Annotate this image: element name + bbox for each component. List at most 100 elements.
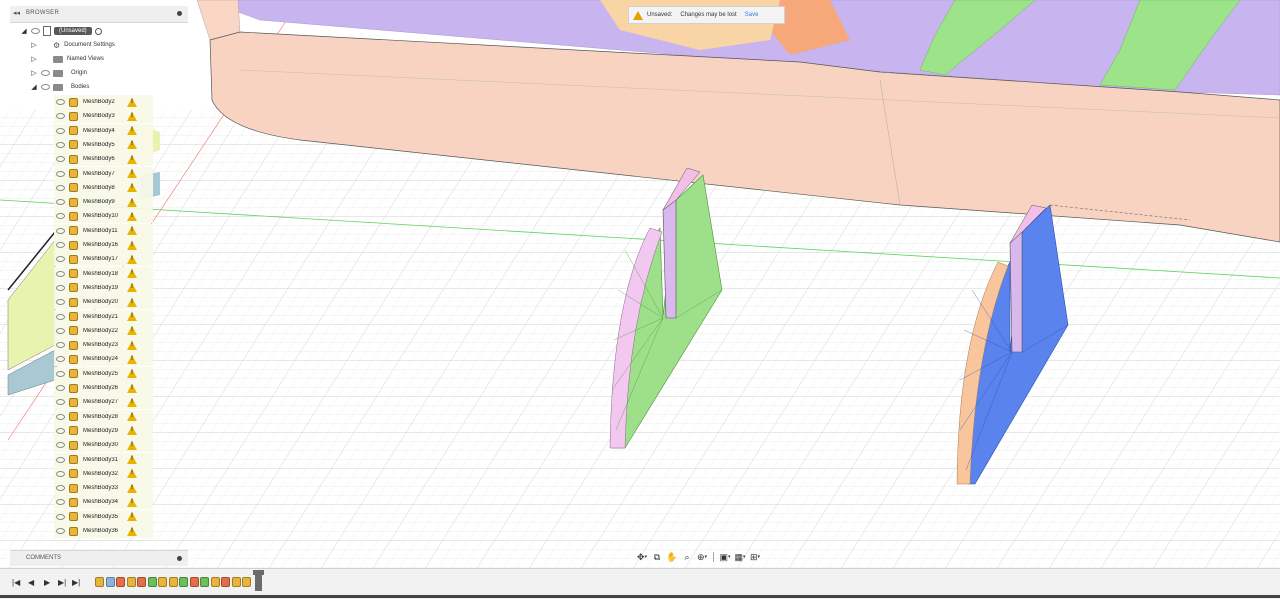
tree-item-mesh-body[interactable]: MeshBody9 bbox=[54, 195, 153, 210]
tree-item-mesh-body[interactable]: MeshBody18 bbox=[54, 266, 153, 281]
warning-triangle-icon[interactable] bbox=[127, 497, 137, 507]
tree-item-mesh-body[interactable]: MeshBody8 bbox=[54, 180, 153, 195]
warning-triangle-icon[interactable] bbox=[127, 340, 137, 350]
tree-root[interactable]: ◢ (Unsaved) bbox=[20, 24, 102, 38]
orbit-icon[interactable]: ✥ ▾ bbox=[636, 551, 648, 563]
step-back-icon[interactable]: ◀ bbox=[28, 578, 34, 587]
tree-item-mesh-body[interactable]: MeshBody25 bbox=[54, 366, 153, 381]
eye-icon[interactable] bbox=[56, 399, 65, 406]
warning-triangle-icon[interactable] bbox=[127, 197, 137, 207]
tree-item-mesh-body[interactable]: MeshBody27 bbox=[54, 395, 153, 410]
eye-icon[interactable] bbox=[56, 470, 65, 477]
tree-item-mesh-body[interactable]: MeshBody7 bbox=[54, 166, 153, 181]
eye-icon[interactable] bbox=[56, 99, 65, 105]
warning-triangle-icon[interactable] bbox=[127, 297, 137, 307]
warning-triangle-icon[interactable] bbox=[127, 211, 137, 221]
warning-triangle-icon[interactable] bbox=[127, 240, 137, 250]
expand-triangle-icon[interactable]: ▷ bbox=[30, 41, 38, 49]
tree-item-bodies[interactable]: ◢ Bodies bbox=[30, 80, 89, 94]
eye-icon[interactable] bbox=[56, 227, 65, 234]
timeline-feature-icon[interactable] bbox=[168, 577, 178, 587]
eye-icon[interactable] bbox=[56, 528, 65, 534]
tree-item-mesh-body[interactable]: MeshBody21 bbox=[54, 309, 153, 324]
activate-radio-icon[interactable] bbox=[94, 27, 102, 35]
tree-item-mesh-body[interactable]: MeshBody31 bbox=[54, 452, 153, 467]
tree-item-document-settings[interactable]: ▷ ⚙ Document Settings bbox=[30, 38, 115, 52]
go-to-start-icon[interactable]: |◀ bbox=[12, 578, 20, 587]
warning-triangle-icon[interactable] bbox=[127, 354, 137, 364]
timeline-marker[interactable] bbox=[253, 570, 264, 591]
eye-icon[interactable] bbox=[56, 284, 65, 291]
warning-triangle-icon[interactable] bbox=[127, 269, 137, 279]
eye-icon[interactable] bbox=[41, 84, 50, 90]
pin-icon[interactable] bbox=[177, 556, 182, 561]
eye-icon[interactable] bbox=[56, 213, 65, 220]
expand-triangle-icon[interactable]: ▷ bbox=[30, 69, 38, 77]
tree-item-mesh-body[interactable]: MeshBody4 bbox=[54, 123, 153, 138]
timeline-feature-icon[interactable] bbox=[137, 577, 146, 587]
warning-triangle-icon[interactable] bbox=[127, 169, 137, 178]
save-link[interactable]: Save bbox=[745, 12, 759, 18]
eye-icon[interactable] bbox=[41, 70, 50, 76]
eye-icon[interactable] bbox=[56, 256, 65, 263]
eye-icon[interactable] bbox=[56, 242, 65, 248]
timeline-feature-icon[interactable] bbox=[221, 577, 230, 587]
warning-triangle-icon[interactable] bbox=[127, 326, 137, 336]
eye-icon[interactable] bbox=[56, 184, 65, 191]
timeline-feature-icon[interactable] bbox=[210, 577, 220, 587]
timeline-feature-icon[interactable] bbox=[105, 577, 115, 587]
viewports-icon[interactable]: ⊞ ▾ bbox=[749, 551, 761, 563]
tree-item-mesh-body[interactable]: MeshBody32 bbox=[54, 466, 153, 481]
warning-triangle-icon[interactable] bbox=[127, 111, 137, 121]
tree-item-mesh-body[interactable]: MeshBody5 bbox=[54, 137, 153, 152]
go-to-end-icon[interactable]: ▶| bbox=[72, 578, 80, 587]
timeline-feature-icon[interactable] bbox=[158, 577, 167, 587]
tree-item-mesh-body[interactable]: MeshBody24 bbox=[54, 352, 153, 367]
warning-triangle-icon[interactable] bbox=[127, 440, 137, 450]
eye-icon[interactable] bbox=[56, 342, 65, 349]
warning-triangle-icon[interactable] bbox=[127, 126, 137, 136]
tree-item-mesh-body[interactable]: MeshBody16 bbox=[54, 238, 153, 252]
look-at-icon[interactable]: ⧉ bbox=[651, 551, 663, 563]
tree-item-mesh-body[interactable]: MeshBody34 bbox=[54, 495, 153, 510]
pan-hand-icon[interactable]: ✋ bbox=[666, 551, 678, 563]
play-icon[interactable]: ▶ bbox=[44, 578, 50, 587]
eye-icon[interactable] bbox=[31, 28, 40, 34]
timeline-feature-icon[interactable] bbox=[95, 577, 104, 587]
collapse-triangle-icon[interactable]: ◢ bbox=[30, 83, 38, 91]
eye-icon[interactable] bbox=[56, 127, 65, 134]
warning-triangle-icon[interactable] bbox=[127, 140, 137, 150]
comments-panel-header[interactable]: COMMENTS bbox=[10, 550, 188, 566]
warning-triangle-icon[interactable] bbox=[127, 412, 137, 422]
warning-triangle-icon[interactable] bbox=[127, 483, 137, 493]
tree-item-mesh-body[interactable]: MeshBody11 bbox=[54, 223, 153, 238]
tree-item-mesh-body[interactable]: MeshBody26 bbox=[54, 381, 153, 395]
eye-icon[interactable] bbox=[56, 199, 65, 206]
tree-item-mesh-body[interactable]: MeshBody33 bbox=[54, 481, 153, 496]
warning-triangle-icon[interactable] bbox=[127, 154, 137, 164]
warning-triangle-icon[interactable] bbox=[127, 369, 137, 379]
warning-triangle-icon[interactable] bbox=[127, 97, 137, 107]
eye-icon[interactable] bbox=[56, 156, 65, 163]
warning-triangle-icon[interactable] bbox=[127, 469, 137, 479]
timeline-feature-icon[interactable] bbox=[242, 577, 251, 587]
warning-triangle-icon[interactable] bbox=[127, 183, 137, 193]
eye-icon[interactable] bbox=[56, 313, 65, 320]
warning-triangle-icon[interactable] bbox=[127, 397, 137, 407]
tree-item-origin[interactable]: ▷ Origin bbox=[30, 66, 87, 80]
warning-triangle-icon[interactable] bbox=[127, 526, 137, 536]
eye-icon[interactable] bbox=[56, 270, 65, 277]
tree-item-mesh-body[interactable]: MeshBody29 bbox=[54, 423, 153, 438]
tree-item-mesh-body[interactable]: MeshBody22 bbox=[54, 323, 153, 338]
warning-triangle-icon[interactable] bbox=[127, 512, 137, 522]
eye-icon[interactable] bbox=[56, 170, 65, 177]
collapse-triangle-icon[interactable]: ◢ bbox=[20, 27, 28, 35]
tree-item-mesh-body[interactable]: MeshBody23 bbox=[54, 338, 153, 353]
eye-icon[interactable] bbox=[56, 513, 65, 520]
warning-triangle-icon[interactable] bbox=[127, 283, 137, 293]
tree-item-mesh-body[interactable]: MeshBody28 bbox=[54, 409, 153, 424]
timeline-feature-icon[interactable] bbox=[179, 577, 188, 587]
double-chevron-left-icon[interactable]: ◂◂ bbox=[13, 9, 20, 17]
warning-triangle-icon[interactable] bbox=[127, 426, 137, 436]
tree-item-mesh-body[interactable]: MeshBody3 bbox=[54, 109, 153, 124]
